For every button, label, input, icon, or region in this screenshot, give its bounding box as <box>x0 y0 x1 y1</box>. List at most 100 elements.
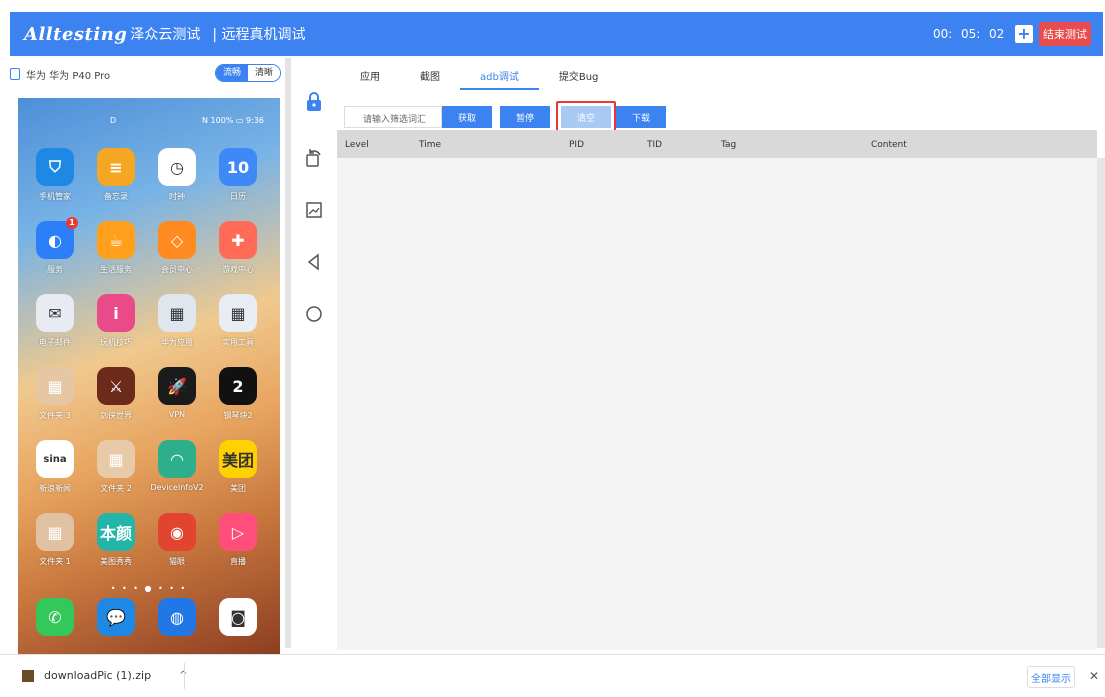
app-label: 游戏中心 <box>222 265 254 274</box>
app-cat-icon[interactable]: ◉ 猫眼 <box>147 513 207 567</box>
unlock-button[interactable] <box>296 92 332 116</box>
app-live-icon[interactable]: ▷ 直播 <box>208 513 268 567</box>
cat-icon: ◉ <box>158 513 196 551</box>
phone-icon: ✆ <box>36 598 74 636</box>
quality-hd-button[interactable]: 清晰 <box>247 65 280 81</box>
folder-icon: ▦ <box>97 440 135 478</box>
quality-smooth-button[interactable]: 流畅 <box>215 65 248 81</box>
download-filename: downloadPic (1).zip <box>44 669 152 682</box>
app-label: 文件夹 2 <box>100 484 132 493</box>
tools-folder-icon: ▦ <box>219 294 257 332</box>
dock-browser-icon[interactable]: ◍ <box>147 598 207 636</box>
app-folder-icon[interactable]: ▦ 华为应用 <box>147 294 207 348</box>
service-icon: ◐ 1 <box>36 217 78 259</box>
app-calendar-icon[interactable]: 10 日历 <box>208 148 268 202</box>
app-shield-icon[interactable]: ⛉ 手机管家 <box>25 148 85 202</box>
app-cup-icon[interactable]: ☕ 生活服务 <box>86 221 146 275</box>
log-filter-bar: 请输入筛选词汇 获取 暂停 清空 下载 <box>344 101 666 133</box>
dock-phone-icon[interactable]: ✆ <box>25 598 85 636</box>
column-header-tid[interactable]: TID <box>647 140 662 150</box>
sina-icon: sina <box>36 440 74 478</box>
mail-icon: ✉ <box>36 294 74 332</box>
timer-hours: 00: <box>933 27 953 41</box>
download-separator <box>184 663 185 689</box>
meituan-icon: 美团 <box>219 440 257 478</box>
logo-cn: 泽众云测试 <box>130 27 201 43</box>
log-scrollbar[interactable] <box>1097 158 1105 648</box>
device-name: 华为 华为 P40 Pro <box>26 70 111 82</box>
app-label: 钢琴块2 <box>223 411 253 420</box>
folder-icon: ▦ <box>158 294 196 332</box>
rotate-icon <box>306 149 321 167</box>
tab-0[interactable]: 应用 <box>340 60 400 90</box>
camera-icon: ◙ <box>219 598 257 636</box>
back-button[interactable] <box>296 252 332 276</box>
android-icon: ◠ <box>158 440 196 478</box>
app-service-icon[interactable]: ◐ 1 服务 <box>25 217 85 275</box>
beauty-icon: 本颜 <box>97 513 135 551</box>
filter-input[interactable]: 请输入筛选词汇 <box>344 106 442 128</box>
dock-message-icon[interactable]: 💬 <box>86 598 146 636</box>
dock-camera-icon[interactable]: ◙ <box>208 598 268 636</box>
panel-divider[interactable] <box>285 58 291 648</box>
app-folder-icon[interactable]: ▦ 文件夹 1 <box>25 513 85 567</box>
app-beauty-icon[interactable]: 本颜 美图秀秀 <box>86 513 146 567</box>
tab-1[interactable]: 截图 <box>400 60 460 90</box>
phone-screen[interactable]: D N 100% ▭ 9:36 ⛉ 手机管家 ≡ 备忘录 ◷ 时钟 10 日历 ◐ 1 服务 ☕ 生活服… <box>18 98 280 654</box>
home-button[interactable] <box>296 304 332 328</box>
zip-file-icon <box>22 669 34 682</box>
diamond-icon: ◇ <box>158 221 196 259</box>
column-header-pid[interactable]: PID <box>569 140 584 150</box>
column-header-time[interactable]: Time <box>419 140 441 150</box>
app-folder-icon[interactable]: ▦ 文件夹 2 <box>86 440 146 494</box>
app-rocket-icon[interactable]: 🚀 VPN <box>147 367 207 419</box>
app-diamond-icon[interactable]: ◇ 会员中心 <box>147 221 207 275</box>
get-button[interactable]: 获取 <box>442 106 492 128</box>
clear-button[interactable]: 清空 <box>561 106 611 128</box>
app-game-icon[interactable]: ⚔ 剑侠世界 <box>86 367 146 421</box>
column-header-content[interactable]: Content <box>871 140 907 150</box>
app-tools-folder-icon[interactable]: ▦ 实用工具 <box>208 294 268 348</box>
app-label: 文件夹 3 <box>39 411 71 420</box>
app-piano-icon[interactable]: 2 钢琴块2 <box>208 367 268 421</box>
app-gamepad-icon[interactable]: ✚ 游戏中心 <box>208 221 268 275</box>
app-folder-icon[interactable]: ▦ 文件夹 3 <box>25 367 85 421</box>
app-tips-icon[interactable]: i 玩机技巧 <box>86 294 146 348</box>
app-clock-icon[interactable]: ◷ 时钟 <box>147 148 207 202</box>
tab-3[interactable]: 提交Bug <box>539 60 619 90</box>
rotate-button[interactable] <box>296 146 332 172</box>
add-time-button[interactable]: + <box>1015 25 1033 43</box>
clock-icon: ◷ <box>158 148 196 186</box>
device-icon <box>10 68 20 80</box>
app-label: 新浪新闻 <box>39 484 71 493</box>
app-mail-icon[interactable]: ✉ 电子邮件 <box>25 294 85 348</box>
app-label: 实用工具 <box>222 338 254 347</box>
end-test-button[interactable]: 结束测试 <box>1039 22 1091 46</box>
cup-icon: ☕ <box>97 221 135 259</box>
column-header-tag[interactable]: Tag <box>721 140 736 150</box>
pause-button[interactable]: 暂停 <box>500 106 550 128</box>
app-label: 玩机技巧 <box>100 338 132 347</box>
shield-icon: ⛉ <box>36 148 74 186</box>
app-label: 直播 <box>230 557 246 566</box>
session-timer: 00: 05: 02 <box>933 27 1011 41</box>
status-left: D <box>110 116 117 125</box>
close-download-bar-icon[interactable]: ✕ <box>1089 669 1099 683</box>
download-button[interactable]: 下载 <box>616 106 666 128</box>
show-all-button[interactable]: 全部显示 <box>1027 666 1075 688</box>
app-label: 手机管家 <box>39 192 71 201</box>
app-sina-icon[interactable]: sina 新浪新闻 <box>25 440 85 494</box>
folder-icon: ▦ <box>36 513 74 551</box>
device-bar: 华为 华为 P40 Pro 流畅 清晰 <box>10 60 285 88</box>
download-item[interactable]: downloadPic (1).zip ^ <box>22 669 187 682</box>
top-header: Alltesting 泽众云测试 | 远程真机调试 00: 05: 02 + 结… <box>10 12 1103 56</box>
column-header-level[interactable]: Level <box>345 140 369 150</box>
tab-2[interactable]: adb调试 <box>460 60 539 90</box>
app-label: 时钟 <box>169 192 185 201</box>
app-memo-icon[interactable]: ≡ 备忘录 <box>86 148 146 202</box>
screenshot-button[interactable] <box>296 200 332 224</box>
app-meituan-icon[interactable]: 美团 美团 <box>208 440 268 494</box>
page-title: | 远程真机调试 <box>212 27 306 43</box>
app-label: 美团 <box>230 484 246 493</box>
app-android-icon[interactable]: ◠ DeviceInfoV2 <box>147 440 207 492</box>
